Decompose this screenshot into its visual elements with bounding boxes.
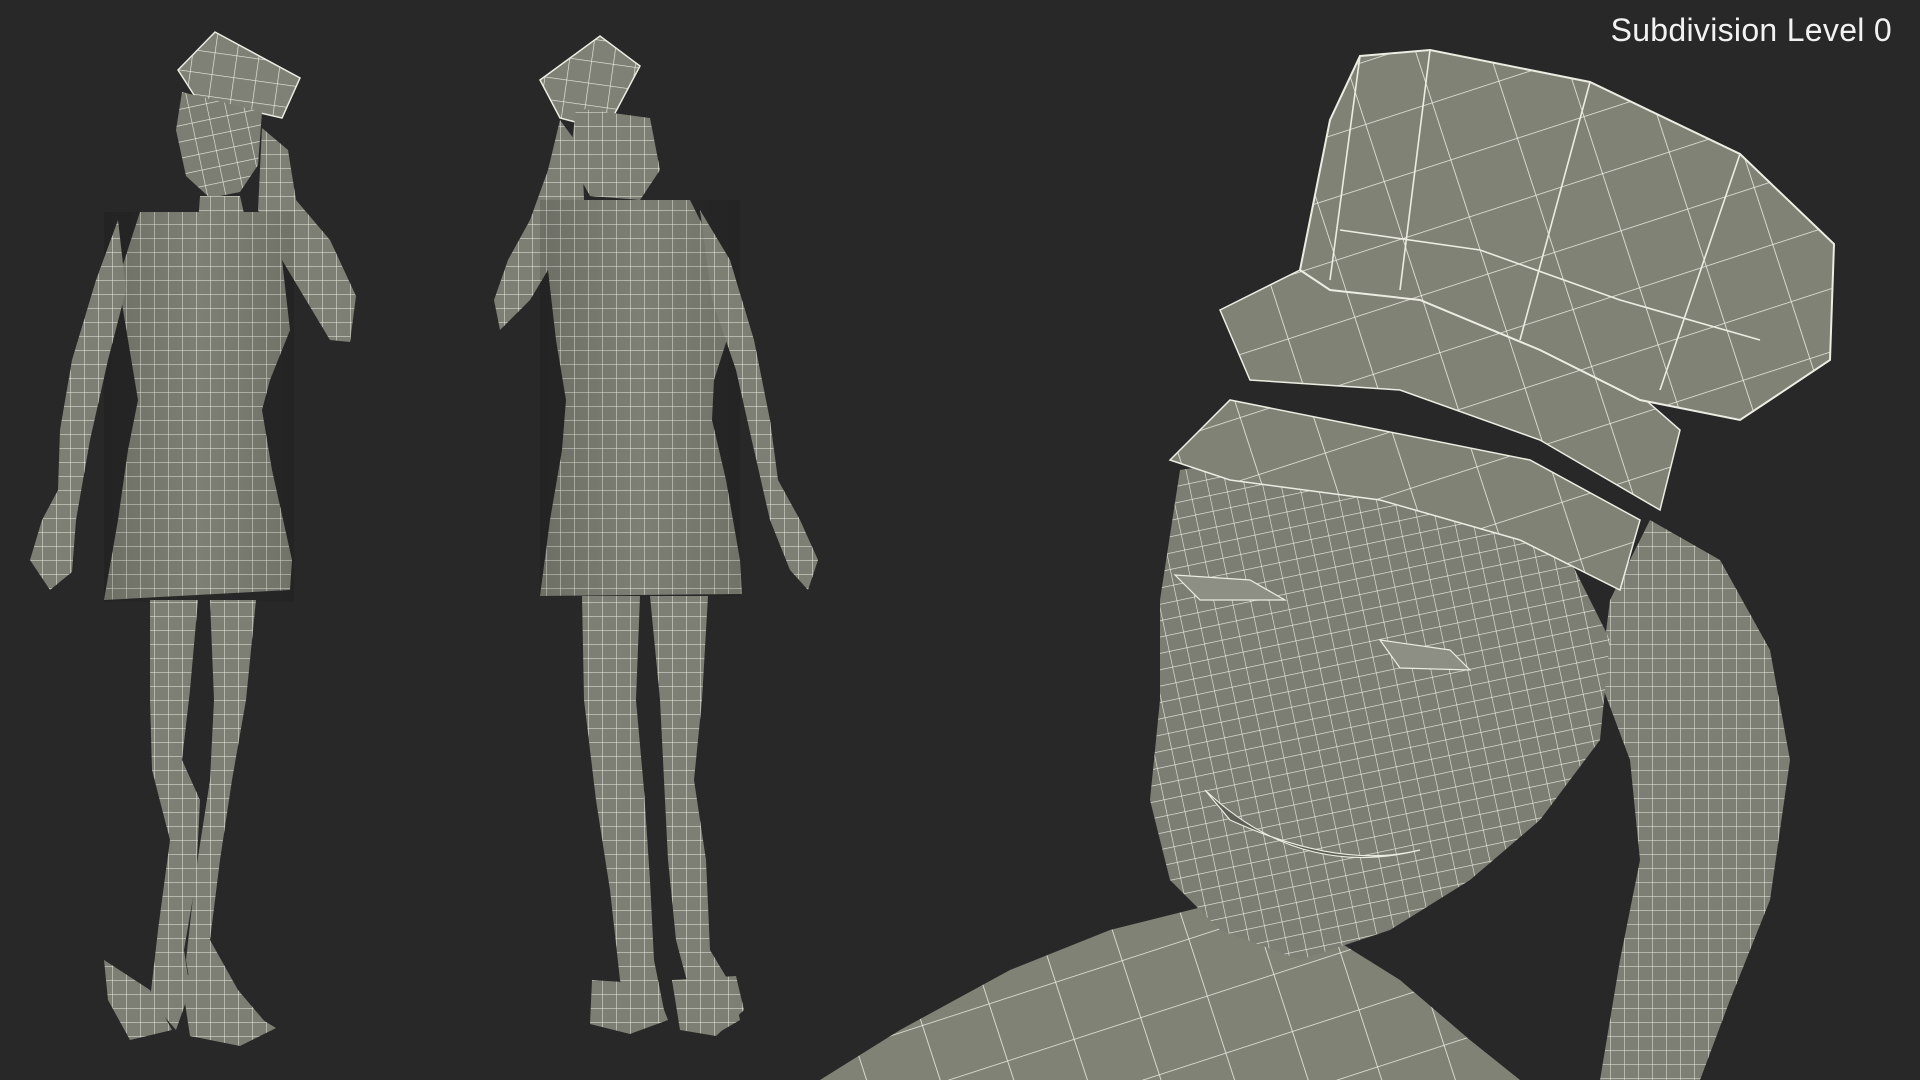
figure-back-view	[494, 35, 818, 1036]
figure-front-view	[30, 31, 356, 1046]
head-closeup-view	[820, 48, 1836, 1080]
wireframe-render	[30, 31, 1836, 1080]
render-viewport: Subdivision Level 0	[0, 0, 1920, 1080]
